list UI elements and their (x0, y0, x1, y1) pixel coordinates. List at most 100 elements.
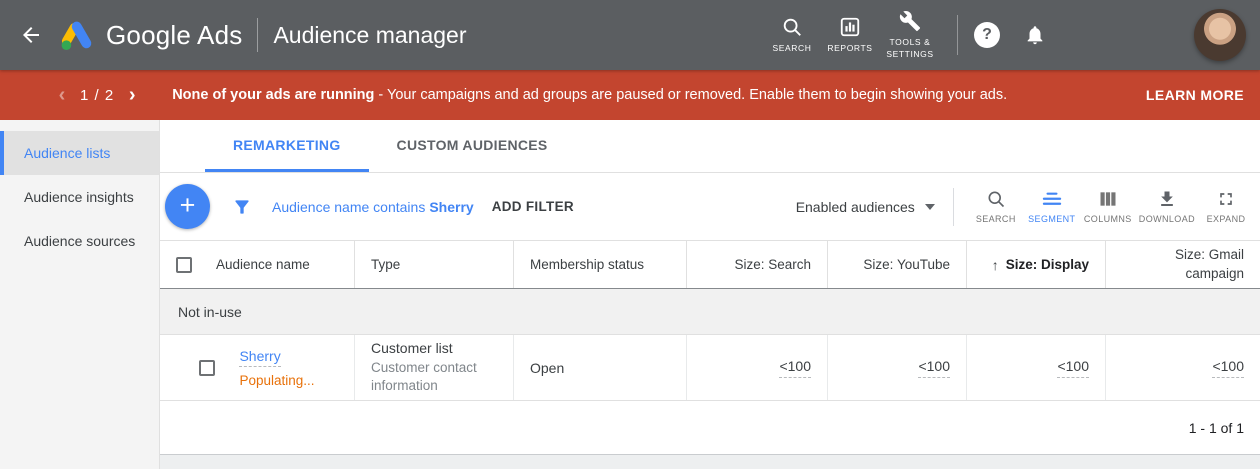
section-label: Not in-use (178, 304, 242, 320)
topbar-divider (257, 18, 258, 52)
help-button[interactable]: ? (974, 22, 1000, 48)
sidebar-item-label: Audience lists (24, 145, 110, 161)
header-type[interactable]: Type (354, 241, 513, 288)
filter-value-text: Sherry (429, 199, 473, 215)
header-label: Size: Gmail campaign (1152, 246, 1244, 284)
expand-icon (1216, 189, 1236, 209)
table-header-row: Audience name Type Membership status Siz… (160, 240, 1260, 289)
expand-button[interactable]: EXPAND (1198, 189, 1254, 224)
header-size-search[interactable]: Size: Search (686, 241, 827, 288)
header-label: Size: Display (1006, 257, 1089, 272)
back-button[interactable] (8, 12, 54, 58)
sidebar-item-audience-sources[interactable]: Audience sources (0, 219, 159, 263)
header-membership-status[interactable]: Membership status (513, 241, 686, 288)
type-value: Customer list (371, 340, 497, 356)
topbar-icons-divider (957, 15, 958, 55)
bar-chart-icon (839, 16, 861, 38)
populating-status: Populating... (239, 373, 314, 388)
dropdown-selected-value: Enabled audiences (796, 199, 915, 215)
segment-button[interactable]: SEGMENT (1024, 189, 1080, 224)
cell-type: Customer list Customer contact informati… (354, 335, 513, 400)
sidebar-item-label: Audience sources (24, 233, 135, 249)
audience-name-block: Sherry Populating... (239, 348, 314, 388)
columns-label: COLUMNS (1084, 214, 1132, 224)
main-panel: REMARKETING CUSTOM AUDIENCES + Audience … (160, 120, 1260, 469)
content-area: Audience lists Audience insights Audienc… (0, 120, 1260, 469)
audience-name-link[interactable]: Sherry (239, 348, 280, 367)
sidebar: Audience lists Audience insights Audienc… (0, 120, 160, 469)
header-size-gmail[interactable]: Size: Gmail campaign (1105, 241, 1260, 288)
page-title: Audience manager (273, 22, 466, 49)
topbar-actions: SEARCH REPORTS TOOLS & SETTINGS ? (763, 10, 1046, 60)
topbar-tools-settings-label: TOOLS & SETTINGS (883, 37, 937, 60)
size-display-value[interactable]: <100 (1057, 358, 1089, 378)
row-checkbox[interactable] (199, 360, 215, 376)
header-audience-name[interactable]: Audience name (160, 241, 354, 288)
topbar-search-button[interactable]: SEARCH (763, 16, 821, 54)
cell-size-gmail: <100 (1105, 335, 1260, 400)
header-size-youtube[interactable]: Size: YouTube (827, 241, 966, 288)
expand-label: EXPAND (1207, 214, 1246, 224)
toolbar-actions: Enabled audiences SEARCH (796, 188, 1254, 226)
banner-next-button[interactable]: › (124, 85, 140, 105)
search-icon (781, 16, 803, 38)
banner-message: None of your ads are running- Your campa… (172, 87, 1007, 103)
table-row: Sherry Populating... Customer list Custo… (160, 335, 1260, 401)
cell-size-display: <100 (966, 335, 1105, 400)
topbar-reports-button[interactable]: REPORTS (821, 16, 879, 54)
download-label: DOWNLOAD (1139, 214, 1195, 224)
avatar[interactable] (1194, 9, 1246, 61)
sidebar-item-audience-lists[interactable]: Audience lists (0, 131, 159, 175)
toolbar-divider (953, 188, 954, 226)
cell-size-youtube: <100 (827, 335, 966, 400)
table-footer: 1 - 1 of 1 (160, 401, 1260, 455)
filter-condition-text: Audience name contains (272, 199, 425, 215)
size-search-value[interactable]: <100 (779, 358, 811, 378)
active-filter-chip[interactable]: Audience name containsSherry (272, 199, 474, 215)
sort-asc-icon: ↑ (992, 257, 999, 273)
topbar-tools-settings-button[interactable]: TOOLS & SETTINGS (879, 10, 941, 60)
header-label: Audience name (216, 257, 310, 272)
add-audience-button[interactable]: + (165, 184, 210, 229)
table-section-not-in-use: Not in-use (160, 289, 1260, 335)
sidebar-item-audience-insights[interactable]: Audience insights (0, 175, 159, 219)
toolbar: + Audience name containsSherry ADD FILTE… (160, 173, 1260, 240)
table-search-label: SEARCH (976, 214, 1016, 224)
page-background (160, 455, 1260, 469)
google-ads-logo-icon (58, 17, 94, 53)
audiences-table: Audience name Type Membership status Siz… (160, 240, 1260, 455)
tab-bar: REMARKETING CUSTOM AUDIENCES (160, 120, 1260, 173)
download-icon (1157, 189, 1177, 209)
filter-funnel-icon (232, 197, 252, 217)
banner-message-detail: - Your campaigns and ad groups are pause… (378, 87, 1007, 103)
cell-membership-status: Open (513, 335, 686, 400)
search-icon (986, 189, 1006, 209)
topbar-reports-label: REPORTS (827, 43, 872, 54)
tab-custom-audiences[interactable]: CUSTOM AUDIENCES (369, 120, 576, 172)
table-search-button[interactable]: SEARCH (968, 189, 1024, 224)
notification-banner: ‹ 1 / 2 › None of your ads are running- … (0, 70, 1260, 120)
segment-icon (1041, 189, 1063, 209)
sidebar-item-label: Audience insights (24, 189, 134, 205)
audience-status-dropdown[interactable]: Enabled audiences (796, 199, 935, 215)
columns-icon (1098, 189, 1118, 209)
header-size-display[interactable]: ↑ Size: Display (966, 241, 1105, 288)
cell-audience-name: Sherry Populating... (160, 335, 354, 400)
learn-more-link[interactable]: LEARN MORE (1146, 87, 1244, 103)
add-filter-button[interactable]: ADD FILTER (492, 199, 574, 214)
membership-status-value: Open (530, 360, 670, 376)
banner-message-title: None of your ads are running (172, 87, 374, 103)
tab-remarketing[interactable]: REMARKETING (205, 120, 369, 172)
notifications-button[interactable] (1024, 24, 1046, 46)
columns-button[interactable]: COLUMNS (1080, 189, 1136, 224)
download-button[interactable]: DOWNLOAD (1136, 189, 1198, 224)
topbar: Google Ads Audience manager SEARCH REPOR… (0, 0, 1260, 70)
banner-prev-button[interactable]: ‹ (54, 85, 70, 105)
segment-label: SEGMENT (1028, 214, 1075, 224)
select-all-checkbox[interactable] (176, 257, 192, 273)
question-mark-icon: ? (982, 26, 992, 44)
arrow-back-icon (19, 23, 43, 47)
size-youtube-value[interactable]: <100 (918, 358, 950, 378)
size-gmail-value[interactable]: <100 (1212, 358, 1244, 378)
plus-icon: + (180, 192, 196, 219)
